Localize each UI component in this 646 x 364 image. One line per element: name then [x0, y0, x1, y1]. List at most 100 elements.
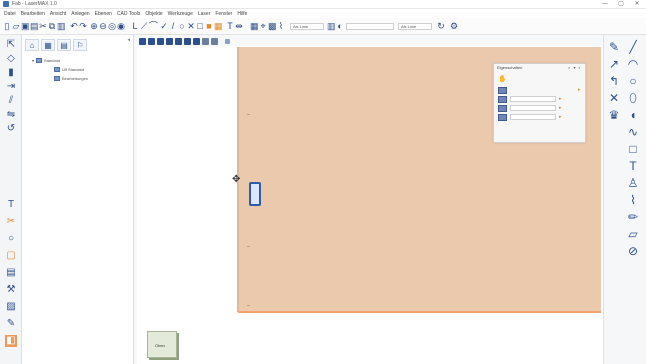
curve-tool-icon[interactable]: ↗ [607, 57, 621, 71]
view-back-icon[interactable] [148, 38, 155, 45]
layer-icon[interactable]: ▥ [327, 21, 336, 32]
menu-item-layers[interactable]: Ebenen [95, 11, 112, 17]
tab-objects[interactable]: ▤ [57, 39, 71, 51]
text-tool-icon[interactable]: T [226, 21, 234, 32]
menu-item-view[interactable]: Ansicht [50, 11, 66, 17]
rectangle-shape-tool-icon[interactable]: ▢ [5, 250, 17, 262]
brush-tool-icon[interactable]: ⌇ [626, 193, 640, 207]
new-file-icon[interactable]: ▯ [3, 21, 11, 32]
property-field[interactable] [510, 114, 556, 120]
menu-item-laser[interactable]: Laser [198, 11, 211, 17]
property-arrow-icon[interactable]: ▸ [559, 105, 562, 111]
print-icon[interactable]: ▤ [30, 21, 39, 32]
spline-tool-icon[interactable]: ✕ [607, 91, 621, 105]
paste-icon[interactable]: ▥ [57, 21, 66, 32]
text-on-path-tool-icon[interactable]: T [5, 199, 17, 211]
line-draw-tool-icon[interactable]: ╱ [626, 40, 640, 54]
tree-root[interactable]: ▾ Standard [32, 58, 60, 63]
open-file-icon[interactable]: ▱ [12, 21, 20, 32]
fill-color-icon[interactable]: ▦ [214, 21, 223, 32]
menu-item-objects[interactable]: Objekte [145, 11, 162, 17]
sketch-object[interactable] [249, 182, 261, 206]
offset-tool-icon[interactable]: ⫽ [5, 95, 17, 107]
text-draw-tool-icon[interactable]: T [626, 159, 640, 173]
cut-icon[interactable]: ✂ [39, 21, 47, 32]
rotate-tool-icon[interactable]: ↺ [5, 123, 17, 135]
tab-project[interactable]: ⌂ [25, 39, 39, 51]
view-right-icon[interactable] [184, 38, 191, 45]
expand-icon[interactable]: ▾ [32, 58, 34, 63]
view-bottom-icon[interactable] [166, 38, 173, 45]
select-tool-icon[interactable]: ⇱ [5, 39, 17, 51]
redo-icon[interactable]: ↷ [79, 21, 87, 32]
close-button[interactable]: ✕ [630, 0, 644, 9]
refresh-icon[interactable]: ↻ [437, 21, 445, 32]
pin-icon[interactable]: ◂ [127, 37, 130, 43]
engrave-tool-icon[interactable]: ⚒ [5, 284, 17, 296]
menu-item-tools[interactable]: Werkzeuge [168, 11, 193, 17]
ellipse-arc-tool-icon[interactable]: ◖ [626, 108, 640, 122]
delete-icon[interactable]: ✕ [187, 21, 195, 32]
menu-item-edit[interactable]: Bearbeiten [21, 11, 45, 17]
dimension-tool-icon[interactable]: ⇹ [235, 21, 243, 32]
arc-3pt-tool-icon[interactable]: ◠ [626, 57, 640, 71]
menu-item-window[interactable]: Fenster [215, 11, 232, 17]
circle-draw-tool-icon[interactable]: ○ [626, 74, 640, 88]
hatch-tool-icon[interactable]: ▨ [5, 301, 17, 313]
zoom-in-icon[interactable]: ⊕ [90, 21, 98, 32]
view-cube[interactable]: Oben [147, 331, 177, 358]
layer-color-icon[interactable]: ■ [205, 21, 213, 32]
minimize-button[interactable]: — [598, 0, 612, 9]
polyline-tool-icon[interactable]: ⟋ [140, 21, 148, 32]
tab-tools[interactable]: ⚐ [73, 39, 87, 51]
undo-icon[interactable]: ↶ [70, 21, 78, 32]
line-tool-icon[interactable]: L [131, 21, 139, 32]
menu-item-file[interactable]: Datei [4, 11, 16, 17]
view-wireframe-icon[interactable] [202, 38, 209, 45]
property-arrow-icon[interactable]: ▸ [578, 87, 581, 93]
slash-icon[interactable]: / [169, 21, 177, 32]
tab-layers[interactable]: ▦ [41, 39, 55, 51]
zoom-all-icon[interactable]: ◉ [117, 21, 125, 32]
maximize-button[interactable]: ▢ [614, 0, 628, 9]
trim-tool-icon[interactable]: ▮ [5, 67, 17, 79]
menu-item-help[interactable]: Hilfe [237, 11, 247, 17]
property-arrow-icon[interactable]: ▸ [559, 114, 562, 120]
gradient-tool-icon[interactable]: ⊘ [626, 244, 640, 258]
view-front-icon[interactable] [139, 38, 146, 45]
zoom-out-icon[interactable]: ⊖ [99, 21, 107, 32]
tree-item[interactable]: Ulf Standard [54, 67, 84, 72]
crown-tool-icon[interactable]: ♛ [607, 108, 621, 122]
view-iso-icon[interactable] [193, 38, 200, 45]
rectangle-tool-icon[interactable]: □ [196, 21, 204, 32]
line-style-select[interactable]: Als Linie [398, 23, 432, 30]
ellipse-tool-icon[interactable]: ⬯ [626, 91, 640, 105]
menu-item-create[interactable]: Anlegen [71, 11, 89, 17]
table-tool-icon[interactable]: ▤ [5, 267, 17, 279]
snap-icon[interactable]: ⌖ [259, 21, 267, 32]
tree-item[interactable]: Bearbeitungen [54, 76, 88, 81]
cut-line-tool-icon[interactable]: ✂ [5, 216, 17, 228]
measure-icon[interactable]: ⌇ [277, 21, 285, 32]
property-field[interactable] [510, 105, 556, 111]
grid-icon[interactable]: ▦ [250, 21, 259, 32]
line-type-select[interactable]: Als Linie [290, 23, 324, 30]
arc-tool-icon[interactable]: ⌒ [149, 21, 158, 32]
panel-controls[interactable]: × ▾ ▪ [568, 65, 581, 70]
settings-icon[interactable]: ⚙ [450, 21, 458, 32]
view-top-icon[interactable] [157, 38, 164, 45]
save-icon[interactable]: ▣ [21, 21, 30, 32]
property-field[interactable] [510, 96, 556, 102]
hand-icon[interactable]: ✋ [498, 75, 507, 83]
rectangle-draw-tool-icon[interactable]: □ [626, 142, 640, 156]
material-tool-icon[interactable]: ◧ [5, 335, 17, 347]
layer-visibility-icon[interactable]: ◐ [336, 21, 344, 32]
view-option-icon[interactable] [225, 39, 230, 44]
view-shaded-icon[interactable] [211, 38, 218, 45]
marker-tool-icon[interactable]: ✎ [5, 318, 17, 330]
layer-select[interactable] [346, 23, 394, 30]
s-curve-tool-icon[interactable]: ∿ [626, 125, 640, 139]
extend-tool-icon[interactable]: ⇥ [5, 81, 17, 93]
pencil-tool-icon[interactable]: ✏ [626, 210, 640, 224]
circle-tool-icon[interactable]: ○ [178, 21, 186, 32]
